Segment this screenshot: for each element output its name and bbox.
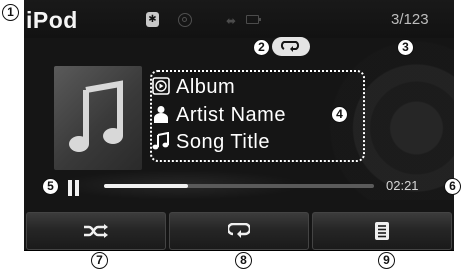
callout-3: 3 <box>397 39 414 56</box>
callout-8: 8 <box>235 252 252 269</box>
usb-icon: ⬌ <box>226 14 237 28</box>
shuffle-button[interactable] <box>26 212 166 250</box>
progress-bar[interactable] <box>104 184 374 188</box>
callout-2: 2 <box>253 39 270 56</box>
song-icon <box>152 132 169 150</box>
control-button-bar <box>24 212 454 250</box>
ipod-screen: iPod ✱ ⬌ 3/123 Album Artist Name Song Ti… <box>24 0 454 251</box>
artist-name: Artist Name <box>176 104 286 126</box>
album-name: Album <box>176 76 236 98</box>
repeat-button[interactable] <box>169 212 309 250</box>
repeat-status-badge <box>272 37 310 56</box>
battery-icon <box>246 15 261 24</box>
callout-6: 6 <box>444 178 461 195</box>
artist-line: Artist Name <box>152 104 286 127</box>
album-icon <box>152 77 170 95</box>
repeat-icon <box>280 41 300 52</box>
callout-1: 1 <box>2 4 19 21</box>
disc-icon <box>178 13 192 27</box>
progress-fill <box>104 184 188 188</box>
album-line: Album <box>152 76 235 99</box>
track-count: 3/123 <box>391 11 429 28</box>
album-art <box>54 66 142 170</box>
elapsed-time: 02:21 <box>386 178 419 193</box>
repeat-icon <box>228 223 250 238</box>
app-title: iPod <box>26 7 78 33</box>
song-line: Song Title <box>152 131 270 154</box>
callout-5: 5 <box>42 178 59 195</box>
song-title: Song Title <box>176 131 270 153</box>
shuffle-icon <box>84 224 108 238</box>
artist-icon <box>154 106 168 123</box>
callout-9: 9 <box>378 252 395 269</box>
callout-7: 7 <box>91 252 108 269</box>
list-icon <box>375 222 389 240</box>
bluetooth-icon: ✱ <box>146 12 159 27</box>
callout-4: 4 <box>331 106 348 123</box>
music-note-icon <box>69 80 123 152</box>
list-button[interactable] <box>312 212 452 250</box>
top-bar: iPod ✱ ⬌ 3/123 <box>24 0 454 38</box>
